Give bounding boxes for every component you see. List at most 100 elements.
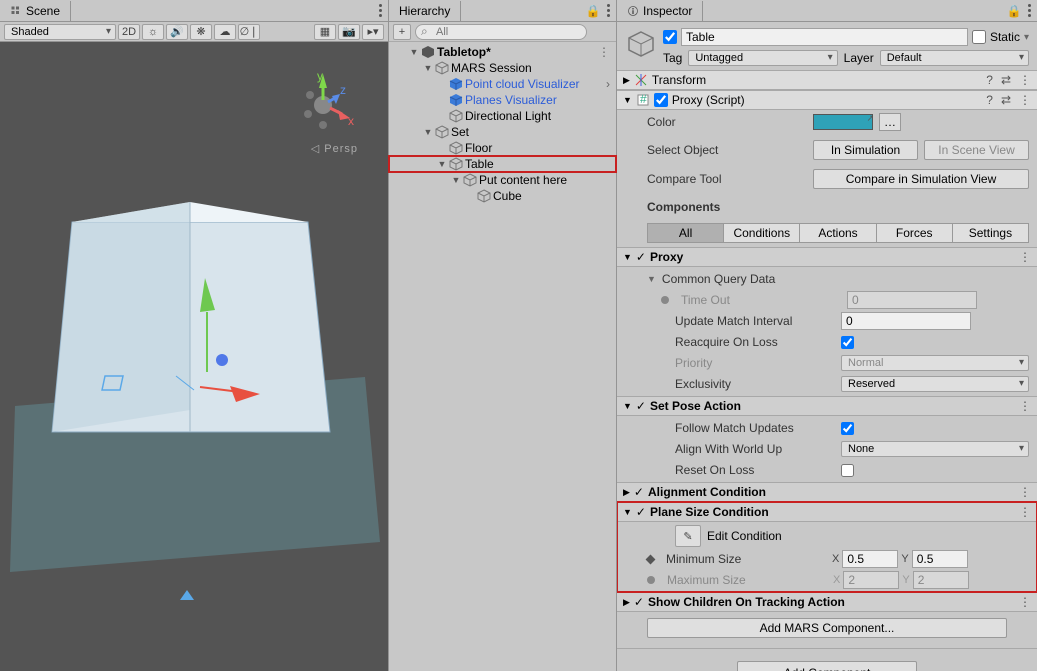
light-icon[interactable]: ☼ (142, 24, 164, 40)
tab-conditions[interactable]: Conditions (724, 223, 800, 243)
max-x-input[interactable] (843, 571, 899, 589)
camera-icon[interactable]: 📷 (338, 24, 360, 40)
create-button[interactable]: + (393, 24, 411, 40)
select-object-label: Select Object (647, 143, 807, 157)
tree-row[interactable]: ▼ Table (389, 156, 616, 172)
tree-row[interactable]: ▼ Tabletop* ⋮ (389, 44, 616, 60)
add-component-button[interactable]: Add Component (737, 661, 917, 671)
preset-icon[interactable]: ⇄ (1001, 73, 1011, 87)
sky-icon[interactable]: ☁ (214, 24, 236, 40)
tag-dropdown[interactable]: Untagged (688, 50, 837, 66)
btn-2d[interactable]: 2D (118, 24, 140, 40)
inspector-menu-icon[interactable] (1022, 4, 1037, 17)
tree-row[interactable]: Point cloud Visualizer › (389, 76, 616, 92)
tree-label: Planes Visualizer (465, 93, 557, 107)
umi-input[interactable] (841, 312, 971, 330)
help-icon[interactable]: ? (986, 73, 993, 87)
tab-all[interactable]: All (647, 223, 724, 243)
scene-viewport[interactable]: y x z Persp (0, 42, 388, 671)
alignment-section[interactable]: ▶✓ Alignment Condition ⋮ (617, 482, 1037, 502)
component-tabs: All Conditions Actions Forces Settings (647, 223, 1029, 243)
tree-row[interactable]: ▼ Put content here (389, 172, 616, 188)
menu-icon[interactable]: ⋮ (1019, 595, 1031, 609)
layer-dropdown[interactable]: Default (880, 50, 1029, 66)
proxy-label: Proxy (Script) (672, 93, 745, 107)
excl-dropdown[interactable]: Reserved (841, 376, 1029, 392)
tab-forces[interactable]: Forces (877, 223, 953, 243)
proxy-comp-label: Proxy (650, 250, 683, 264)
hierarchy-tab[interactable]: Hierarchy (389, 1, 461, 21)
tab-actions[interactable]: Actions (800, 223, 876, 243)
in-simulation-button[interactable]: In Simulation (813, 140, 918, 160)
menu-icon[interactable]: ⋮ (1019, 505, 1031, 519)
color-label: Color (647, 115, 807, 129)
fx-icon[interactable]: ❋ (190, 24, 212, 40)
menu-icon[interactable]: ⋮ (1019, 73, 1031, 87)
static-label: Static (990, 30, 1020, 44)
tree-label: Tabletop* (437, 45, 491, 59)
shading-dropdown[interactable]: Shaded (4, 24, 116, 40)
info-icon (627, 5, 639, 17)
alignment-label: Alignment Condition (648, 485, 766, 499)
tree-row[interactable]: Planes Visualizer (389, 92, 616, 108)
min-y-input[interactable] (912, 550, 968, 568)
proxy-section[interactable]: ▼ # Proxy (Script) ?⇄⋮ (617, 90, 1037, 110)
inspector-tab[interactable]: Inspector (617, 1, 703, 21)
tree-row[interactable]: Directional Light (389, 108, 616, 124)
priority-dropdown[interactable]: Normal (841, 355, 1029, 371)
proxy-component[interactable]: ▼ ✓ Proxy ⋮ (617, 247, 1037, 267)
tree-row[interactable]: Floor (389, 140, 616, 156)
tree-label: MARS Session (451, 61, 532, 75)
menu-icon[interactable]: ⋮ (1019, 93, 1031, 107)
setpose-section[interactable]: ▼✓ Set Pose Action ⋮ (617, 396, 1037, 416)
tab-settings[interactable]: Settings (953, 223, 1029, 243)
hidden-icon[interactable]: ∅❘ (238, 24, 260, 40)
reset-checkbox[interactable] (841, 464, 854, 477)
tree-row[interactable]: Cube (389, 188, 616, 204)
lock-icon[interactable]: 🔒 (1006, 2, 1022, 20)
fmu-checkbox[interactable] (841, 422, 854, 435)
hierarchy-menu-icon[interactable] (601, 4, 616, 17)
scene-menu-icon[interactable] (373, 4, 388, 17)
edit-condition-icon[interactable]: ✎ (675, 525, 701, 547)
tree-label: Put content here (479, 173, 567, 187)
menu-icon[interactable]: ⋮ (1019, 485, 1031, 499)
gameobject-name-input[interactable] (681, 28, 968, 46)
timeout-input[interactable] (847, 291, 977, 309)
help-icon[interactable]: ? (986, 93, 993, 107)
scene-tab[interactable]: Scene (0, 1, 71, 21)
add-mars-button[interactable]: Add MARS Component... (647, 618, 1007, 638)
static-checkbox[interactable] (972, 30, 986, 44)
in-scene-button[interactable]: In Scene View (924, 140, 1029, 160)
rol-checkbox[interactable] (841, 336, 854, 349)
tree-label: Directional Light (465, 109, 551, 123)
tree-label: Table (465, 157, 494, 171)
audio-icon[interactable]: 🔊 (166, 24, 188, 40)
hierarchy-search[interactable] (415, 24, 612, 40)
compare-button[interactable]: Compare in Simulation View (813, 169, 1029, 189)
svg-text:#: # (640, 93, 647, 106)
color-extra-button[interactable]: … (879, 113, 901, 131)
preset-icon[interactable]: ⇄ (1001, 93, 1011, 107)
tree-row[interactable]: ▼ MARS Session (389, 60, 616, 76)
tree-label: Floor (465, 141, 492, 155)
max-size-label: Maximum Size (667, 573, 827, 587)
menu-icon[interactable]: ⋮ (1019, 250, 1031, 264)
awu-label: Align With World Up (675, 442, 835, 456)
show-children-section[interactable]: ▶✓ Show Children On Tracking Action ⋮ (617, 592, 1037, 612)
tree-row[interactable]: ▼ Set (389, 124, 616, 140)
max-y-input[interactable] (913, 571, 969, 589)
color-picker[interactable] (813, 114, 873, 130)
gizmo-grid-icon[interactable]: ▦ (314, 24, 336, 40)
transform-label: Transform (652, 73, 706, 87)
awu-dropdown[interactable]: None (841, 441, 1029, 457)
lock-icon[interactable]: 🔒 (585, 2, 601, 20)
menu-icon[interactable]: ⋮ (1019, 399, 1031, 413)
proxy-enabled-checkbox[interactable] (654, 93, 668, 107)
min-x-input[interactable] (842, 550, 898, 568)
active-checkbox[interactable] (663, 30, 677, 44)
gizmos-icon[interactable]: ▸▾ (362, 24, 384, 40)
cqd-label[interactable]: Common Query Data (662, 272, 775, 286)
plane-section[interactable]: ▼✓ Plane Size Condition ⋮ (617, 502, 1037, 522)
transform-section[interactable]: ▶ Transform ?⇄⋮ (617, 70, 1037, 90)
